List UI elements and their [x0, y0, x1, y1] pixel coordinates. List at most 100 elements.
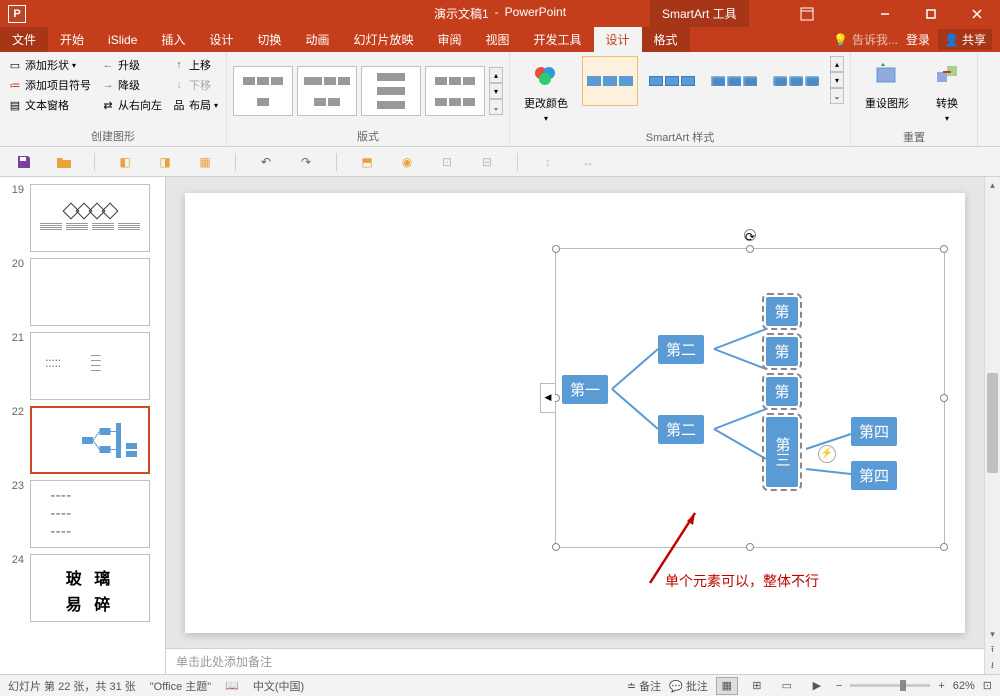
move-down-button[interactable]: ↓下移	[170, 76, 220, 94]
layout-option-2[interactable]	[297, 66, 357, 116]
vertical-scrollbar[interactable]: ▴ ▾ ⭱ ⭳	[984, 177, 1000, 674]
tab-transitions[interactable]: 切换	[245, 27, 293, 52]
layout-option-3[interactable]	[361, 66, 421, 116]
styles-up-icon[interactable]: ▴	[830, 56, 844, 72]
tab-smartart-design[interactable]: 设计	[594, 27, 642, 52]
styles-down-icon[interactable]: ▾	[830, 72, 844, 88]
resize-handle-s[interactable]	[746, 543, 754, 551]
thumbnail-21[interactable]: 21 • • • • •• • • • •━━━━━━━━━━━━━━━━	[0, 329, 165, 403]
zoom-out-button[interactable]: −	[836, 680, 842, 692]
thumbnail-20[interactable]: 20	[0, 255, 165, 329]
spellcheck-icon[interactable]: 📖	[225, 679, 239, 692]
tab-home[interactable]: 开始	[48, 27, 96, 52]
qat-btn-12[interactable]: ↕	[538, 152, 558, 172]
sa-node-3a[interactable]: 第	[766, 297, 798, 326]
open-button[interactable]	[54, 152, 74, 172]
scroll-thumb[interactable]	[987, 373, 998, 473]
gallery-down-icon[interactable]: ▾	[489, 83, 503, 99]
zoom-in-button[interactable]: +	[938, 680, 944, 692]
promote-button[interactable]: ←升级	[99, 56, 164, 74]
text-pane-toggle[interactable]: ◀	[540, 383, 555, 413]
save-button[interactable]	[14, 152, 34, 172]
qat-btn-10[interactable]: ⊡	[437, 152, 457, 172]
resize-handle-sw[interactable]	[552, 543, 560, 551]
style-option-1[interactable]	[582, 56, 638, 106]
qat-btn-9[interactable]: ◉	[397, 152, 417, 172]
style-option-3[interactable]	[706, 56, 762, 106]
thumbnail-24[interactable]: 24 玻 璃易 碎	[0, 551, 165, 625]
qat-btn-8[interactable]: ⬒	[357, 152, 377, 172]
reading-view-button[interactable]: ▭	[776, 677, 798, 695]
tab-slideshow[interactable]: 幻灯片放映	[341, 27, 425, 52]
login-button[interactable]: 登录	[906, 31, 930, 48]
tab-animations[interactable]: 动画	[293, 27, 341, 52]
qat-btn-4[interactable]: ◨	[155, 152, 175, 172]
maximize-button[interactable]	[908, 0, 954, 27]
resize-handle-e[interactable]	[940, 394, 948, 402]
slideshow-view-button[interactable]: ▶	[806, 677, 828, 695]
thumbnail-23[interactable]: 23 ━ ━ ━ ━━ ━ ━ ━━ ━ ━ ━	[0, 477, 165, 551]
lightning-icon[interactable]: ⚡	[818, 445, 836, 463]
resize-handle-se[interactable]	[940, 543, 948, 551]
notes-toggle[interactable]: ≐ 备注	[627, 678, 661, 694]
share-button[interactable]: 👤 共享	[938, 29, 992, 50]
tab-review[interactable]: 审阅	[425, 27, 473, 52]
text-pane-button[interactable]: ▤文本窗格	[6, 96, 93, 114]
sa-node-4b[interactable]: 第四	[851, 461, 897, 490]
qat-btn-5[interactable]: ▦	[195, 152, 215, 172]
sa-node-2b[interactable]: 第二	[658, 415, 704, 444]
smartart-container[interactable]: ⟳ ◀	[555, 248, 945, 548]
resize-handle-ne[interactable]	[940, 245, 948, 253]
change-colors-button[interactable]: 更改颜色▾	[516, 56, 576, 127]
thumbnail-19[interactable]: 19	[0, 181, 165, 255]
reset-graphic-button[interactable]: 重设图形	[857, 56, 917, 127]
tab-insert[interactable]: 插入	[149, 27, 197, 52]
qat-btn-13[interactable]: ↔	[578, 152, 598, 172]
zoom-level[interactable]: 62%	[953, 680, 975, 692]
sa-node-3d[interactable]: 第三	[766, 417, 798, 487]
layouts-gallery[interactable]: ▴ ▾ ⌄	[233, 56, 503, 126]
resize-handle-n[interactable]	[746, 245, 754, 253]
normal-view-button[interactable]: ▦	[716, 677, 738, 695]
tab-file[interactable]: 文件	[0, 27, 48, 52]
move-up-button[interactable]: ↑上移	[170, 56, 220, 74]
sa-node-1[interactable]: 第一	[562, 375, 608, 404]
sorter-view-button[interactable]: ⊞	[746, 677, 768, 695]
rotate-handle[interactable]: ⟳	[744, 229, 756, 241]
demote-button[interactable]: →降级	[99, 76, 164, 94]
comments-toggle[interactable]: 💬 批注	[669, 678, 708, 694]
add-bullet-button[interactable]: ≔添加项目符号	[6, 76, 93, 94]
gallery-up-icon[interactable]: ▴	[489, 67, 503, 83]
notes-pane[interactable]: 单击此处添加备注	[166, 648, 984, 674]
sa-node-4a[interactable]: 第四	[851, 417, 897, 446]
layout-option-4[interactable]	[425, 66, 485, 116]
tab-developer[interactable]: 开发工具	[522, 27, 594, 52]
minimize-button[interactable]	[862, 0, 908, 27]
rtl-button[interactable]: ⇄从右向左	[99, 96, 164, 114]
tell-me-search[interactable]: 💡 告诉我...	[833, 31, 898, 48]
convert-button[interactable]: 转换▾	[923, 56, 971, 127]
layout-button[interactable]: 品布局▾	[170, 96, 220, 114]
sa-node-3b[interactable]: 第	[766, 337, 798, 366]
tab-islide[interactable]: iSlide	[96, 27, 149, 52]
gallery-more-icon[interactable]: ⌄	[489, 99, 503, 115]
thumbnail-22[interactable]: 22	[0, 403, 165, 477]
close-button[interactable]	[954, 0, 1000, 27]
qat-btn-3[interactable]: ◧	[115, 152, 135, 172]
ribbon-options-icon[interactable]	[794, 0, 820, 27]
tab-view[interactable]: 视图	[473, 27, 521, 52]
prev-slide-icon[interactable]: ⭱	[985, 642, 1000, 658]
qat-btn-11[interactable]: ⊟	[477, 152, 497, 172]
style-option-2[interactable]	[644, 56, 700, 106]
scroll-up-icon[interactable]: ▴	[985, 177, 1000, 193]
redo-button[interactable]: ↷	[296, 152, 316, 172]
style-option-4[interactable]	[768, 56, 824, 106]
undo-button[interactable]: ↶	[256, 152, 276, 172]
resize-handle-nw[interactable]	[552, 245, 560, 253]
slide-canvas[interactable]: ⟳ ◀	[185, 193, 965, 633]
slide-thumbnails-panel[interactable]: 19 20 21 • • • • •• • • • •━━━━━━━━━━━━━…	[0, 177, 166, 674]
add-shape-button[interactable]: ▭添加形状▾	[6, 56, 93, 74]
fit-window-button[interactable]: ⊡	[983, 679, 992, 692]
layout-option-1[interactable]	[233, 66, 293, 116]
tab-design[interactable]: 设计	[197, 27, 245, 52]
